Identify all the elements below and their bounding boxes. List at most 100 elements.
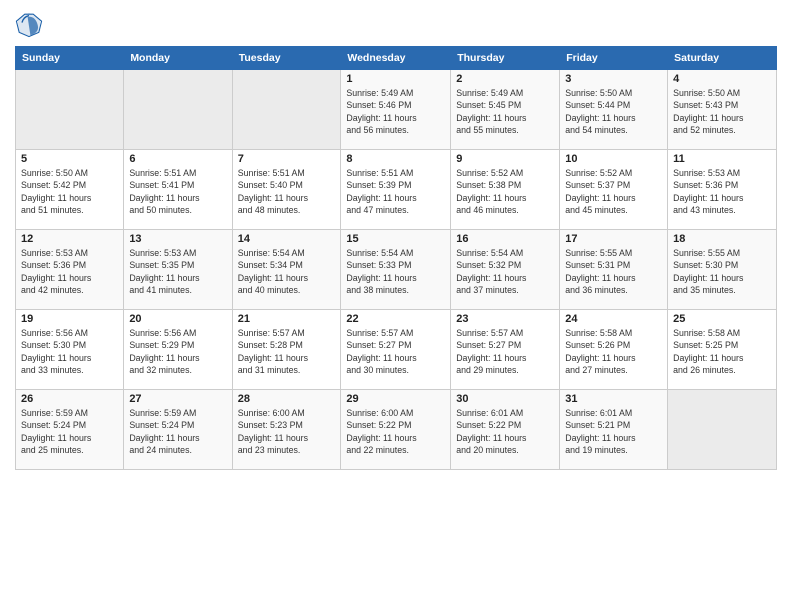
calendar-cell: 19 Sunrise: 5:56 AM Sunset: 5:30 PM Dayli…	[16, 310, 124, 390]
calendar-week-row: 19 Sunrise: 5:56 AM Sunset: 5:30 PM Dayli…	[16, 310, 777, 390]
calendar-cell: 23 Sunrise: 5:57 AM Sunset: 5:27 PM Dayli…	[451, 310, 560, 390]
day-number: 4	[673, 73, 771, 85]
day-number: 5	[21, 153, 118, 165]
page: SundayMondayTuesdayWednesdayThursdayFrid…	[0, 0, 792, 612]
calendar-cell: 31 Sunrise: 6:01 AM Sunset: 5:21 PM Dayli…	[560, 390, 668, 470]
day-number: 18	[673, 233, 771, 245]
day-number: 26	[21, 393, 118, 405]
day-number: 31	[565, 393, 662, 405]
calendar-cell: 10Sunrise: 5:52 AM Sunset: 5:37 PM Dayli…	[560, 150, 668, 230]
weekday-header-tuesday: Tuesday	[232, 47, 341, 70]
day-info: Sunrise: 5:54 AM Sunset: 5:33 PM Dayligh…	[346, 247, 445, 296]
day-number: 19	[21, 313, 118, 325]
calendar-cell: 7 Sunrise: 5:51 AM Sunset: 5:40 PM Daylig…	[232, 150, 341, 230]
weekday-header-saturday: Saturday	[668, 47, 777, 70]
day-info: Sunrise: 5:49 AM Sunset: 5:46 PM Dayligh…	[346, 87, 445, 136]
calendar-cell: 15 Sunrise: 5:54 AM Sunset: 5:33 PM Dayli…	[341, 230, 451, 310]
day-info: Sunrise: 5:58 AM Sunset: 5:26 PM Dayligh…	[565, 327, 662, 376]
day-number: 20	[129, 313, 226, 325]
calendar-cell: 20 Sunrise: 5:56 AM Sunset: 5:29 PM Dayli…	[124, 310, 232, 390]
calendar-cell: 14 Sunrise: 5:54 AM Sunset: 5:34 PM Dayli…	[232, 230, 341, 310]
weekday-header-row: SundayMondayTuesdayWednesdayThursdayFrid…	[16, 47, 777, 70]
calendar-cell	[232, 70, 341, 150]
calendar-cell: 24 Sunrise: 5:58 AM Sunset: 5:26 PM Dayli…	[560, 310, 668, 390]
day-number: 25	[673, 313, 771, 325]
calendar-cell: 13 Sunrise: 5:53 AM Sunset: 5:35 PM Dayli…	[124, 230, 232, 310]
day-number: 15	[346, 233, 445, 245]
calendar-cell: 25 Sunrise: 5:58 AM Sunset: 5:25 PM Dayli…	[668, 310, 777, 390]
day-info: Sunrise: 6:01 AM Sunset: 5:21 PM Dayligh…	[565, 407, 662, 456]
day-number: 9	[456, 153, 554, 165]
day-info: Sunrise: 5:56 AM Sunset: 5:30 PM Dayligh…	[21, 327, 118, 376]
day-info: Sunrise: 5:50 AM Sunset: 5:42 PM Dayligh…	[21, 167, 118, 216]
weekday-header-friday: Friday	[560, 47, 668, 70]
day-info: Sunrise: 5:57 AM Sunset: 5:28 PM Dayligh…	[238, 327, 336, 376]
day-number: 21	[238, 313, 336, 325]
calendar-week-row: 5 Sunrise: 5:50 AM Sunset: 5:42 PM Daylig…	[16, 150, 777, 230]
calendar-cell: 29Sunrise: 6:00 AM Sunset: 5:22 PM Dayli…	[341, 390, 451, 470]
day-info: Sunrise: 5:54 AM Sunset: 5:32 PM Dayligh…	[456, 247, 554, 296]
day-info: Sunrise: 5:53 AM Sunset: 5:36 PM Dayligh…	[21, 247, 118, 296]
header	[15, 10, 777, 38]
calendar-cell: 22Sunrise: 5:57 AM Sunset: 5:27 PM Dayli…	[341, 310, 451, 390]
day-number: 8	[346, 153, 445, 165]
day-info: Sunrise: 5:53 AM Sunset: 5:35 PM Dayligh…	[129, 247, 226, 296]
calendar-cell: 11 Sunrise: 5:53 AM Sunset: 5:36 PM Dayli…	[668, 150, 777, 230]
day-number: 11	[673, 153, 771, 165]
day-info: Sunrise: 5:55 AM Sunset: 5:30 PM Dayligh…	[673, 247, 771, 296]
day-info: Sunrise: 5:51 AM Sunset: 5:39 PM Dayligh…	[346, 167, 445, 216]
calendar-week-row: 26 Sunrise: 5:59 AM Sunset: 5:24 PM Dayli…	[16, 390, 777, 470]
day-number: 16	[456, 233, 554, 245]
calendar-cell: 3 Sunrise: 5:50 AM Sunset: 5:44 PM Daylig…	[560, 70, 668, 150]
calendar-cell: 9Sunrise: 5:52 AM Sunset: 5:38 PM Daylig…	[451, 150, 560, 230]
day-number: 24	[565, 313, 662, 325]
day-info: Sunrise: 5:53 AM Sunset: 5:36 PM Dayligh…	[673, 167, 771, 216]
calendar-cell: 12 Sunrise: 5:53 AM Sunset: 5:36 PM Dayli…	[16, 230, 124, 310]
day-info: Sunrise: 5:50 AM Sunset: 5:44 PM Dayligh…	[565, 87, 662, 136]
day-info: Sunrise: 5:59 AM Sunset: 5:24 PM Dayligh…	[129, 407, 226, 456]
day-info: Sunrise: 5:51 AM Sunset: 5:40 PM Dayligh…	[238, 167, 336, 216]
day-number: 23	[456, 313, 554, 325]
day-info: Sunrise: 5:49 AM Sunset: 5:45 PM Dayligh…	[456, 87, 554, 136]
day-number: 3	[565, 73, 662, 85]
day-number: 1	[346, 73, 445, 85]
day-number: 12	[21, 233, 118, 245]
calendar-cell: 16 Sunrise: 5:54 AM Sunset: 5:32 PM Dayli…	[451, 230, 560, 310]
day-info: Sunrise: 5:58 AM Sunset: 5:25 PM Dayligh…	[673, 327, 771, 376]
day-number: 7	[238, 153, 336, 165]
day-info: Sunrise: 5:59 AM Sunset: 5:24 PM Dayligh…	[21, 407, 118, 456]
day-info: Sunrise: 5:57 AM Sunset: 5:27 PM Dayligh…	[456, 327, 554, 376]
day-info: Sunrise: 5:51 AM Sunset: 5:41 PM Dayligh…	[129, 167, 226, 216]
day-number: 28	[238, 393, 336, 405]
calendar-cell: 4 Sunrise: 5:50 AM Sunset: 5:43 PM Daylig…	[668, 70, 777, 150]
day-number: 14	[238, 233, 336, 245]
day-info: Sunrise: 6:00 AM Sunset: 5:23 PM Dayligh…	[238, 407, 336, 456]
calendar-cell	[16, 70, 124, 150]
calendar-cell: 28 Sunrise: 6:00 AM Sunset: 5:23 PM Dayli…	[232, 390, 341, 470]
weekday-header-sunday: Sunday	[16, 47, 124, 70]
day-number: 22	[346, 313, 445, 325]
day-info: Sunrise: 5:55 AM Sunset: 5:31 PM Dayligh…	[565, 247, 662, 296]
day-number: 27	[129, 393, 226, 405]
calendar-cell: 21 Sunrise: 5:57 AM Sunset: 5:28 PM Dayli…	[232, 310, 341, 390]
day-number: 6	[129, 153, 226, 165]
day-number: 13	[129, 233, 226, 245]
day-number: 17	[565, 233, 662, 245]
day-info: Sunrise: 5:50 AM Sunset: 5:43 PM Dayligh…	[673, 87, 771, 136]
calendar-cell: 2 Sunrise: 5:49 AM Sunset: 5:45 PM Daylig…	[451, 70, 560, 150]
calendar-cell: 5 Sunrise: 5:50 AM Sunset: 5:42 PM Daylig…	[16, 150, 124, 230]
calendar-cell: 17 Sunrise: 5:55 AM Sunset: 5:31 PM Dayli…	[560, 230, 668, 310]
day-info: Sunrise: 6:01 AM Sunset: 5:22 PM Dayligh…	[456, 407, 554, 456]
day-number: 2	[456, 73, 554, 85]
calendar-week-row: 12 Sunrise: 5:53 AM Sunset: 5:36 PM Dayli…	[16, 230, 777, 310]
calendar-cell: 6 Sunrise: 5:51 AM Sunset: 5:41 PM Daylig…	[124, 150, 232, 230]
weekday-header-thursday: Thursday	[451, 47, 560, 70]
calendar-cell	[668, 390, 777, 470]
day-number: 10	[565, 153, 662, 165]
weekday-header-monday: Monday	[124, 47, 232, 70]
calendar-cell: 8 Sunrise: 5:51 AM Sunset: 5:39 PM Daylig…	[341, 150, 451, 230]
day-info: Sunrise: 5:56 AM Sunset: 5:29 PM Dayligh…	[129, 327, 226, 376]
weekday-header-wednesday: Wednesday	[341, 47, 451, 70]
day-info: Sunrise: 5:54 AM Sunset: 5:34 PM Dayligh…	[238, 247, 336, 296]
day-number: 29	[346, 393, 445, 405]
